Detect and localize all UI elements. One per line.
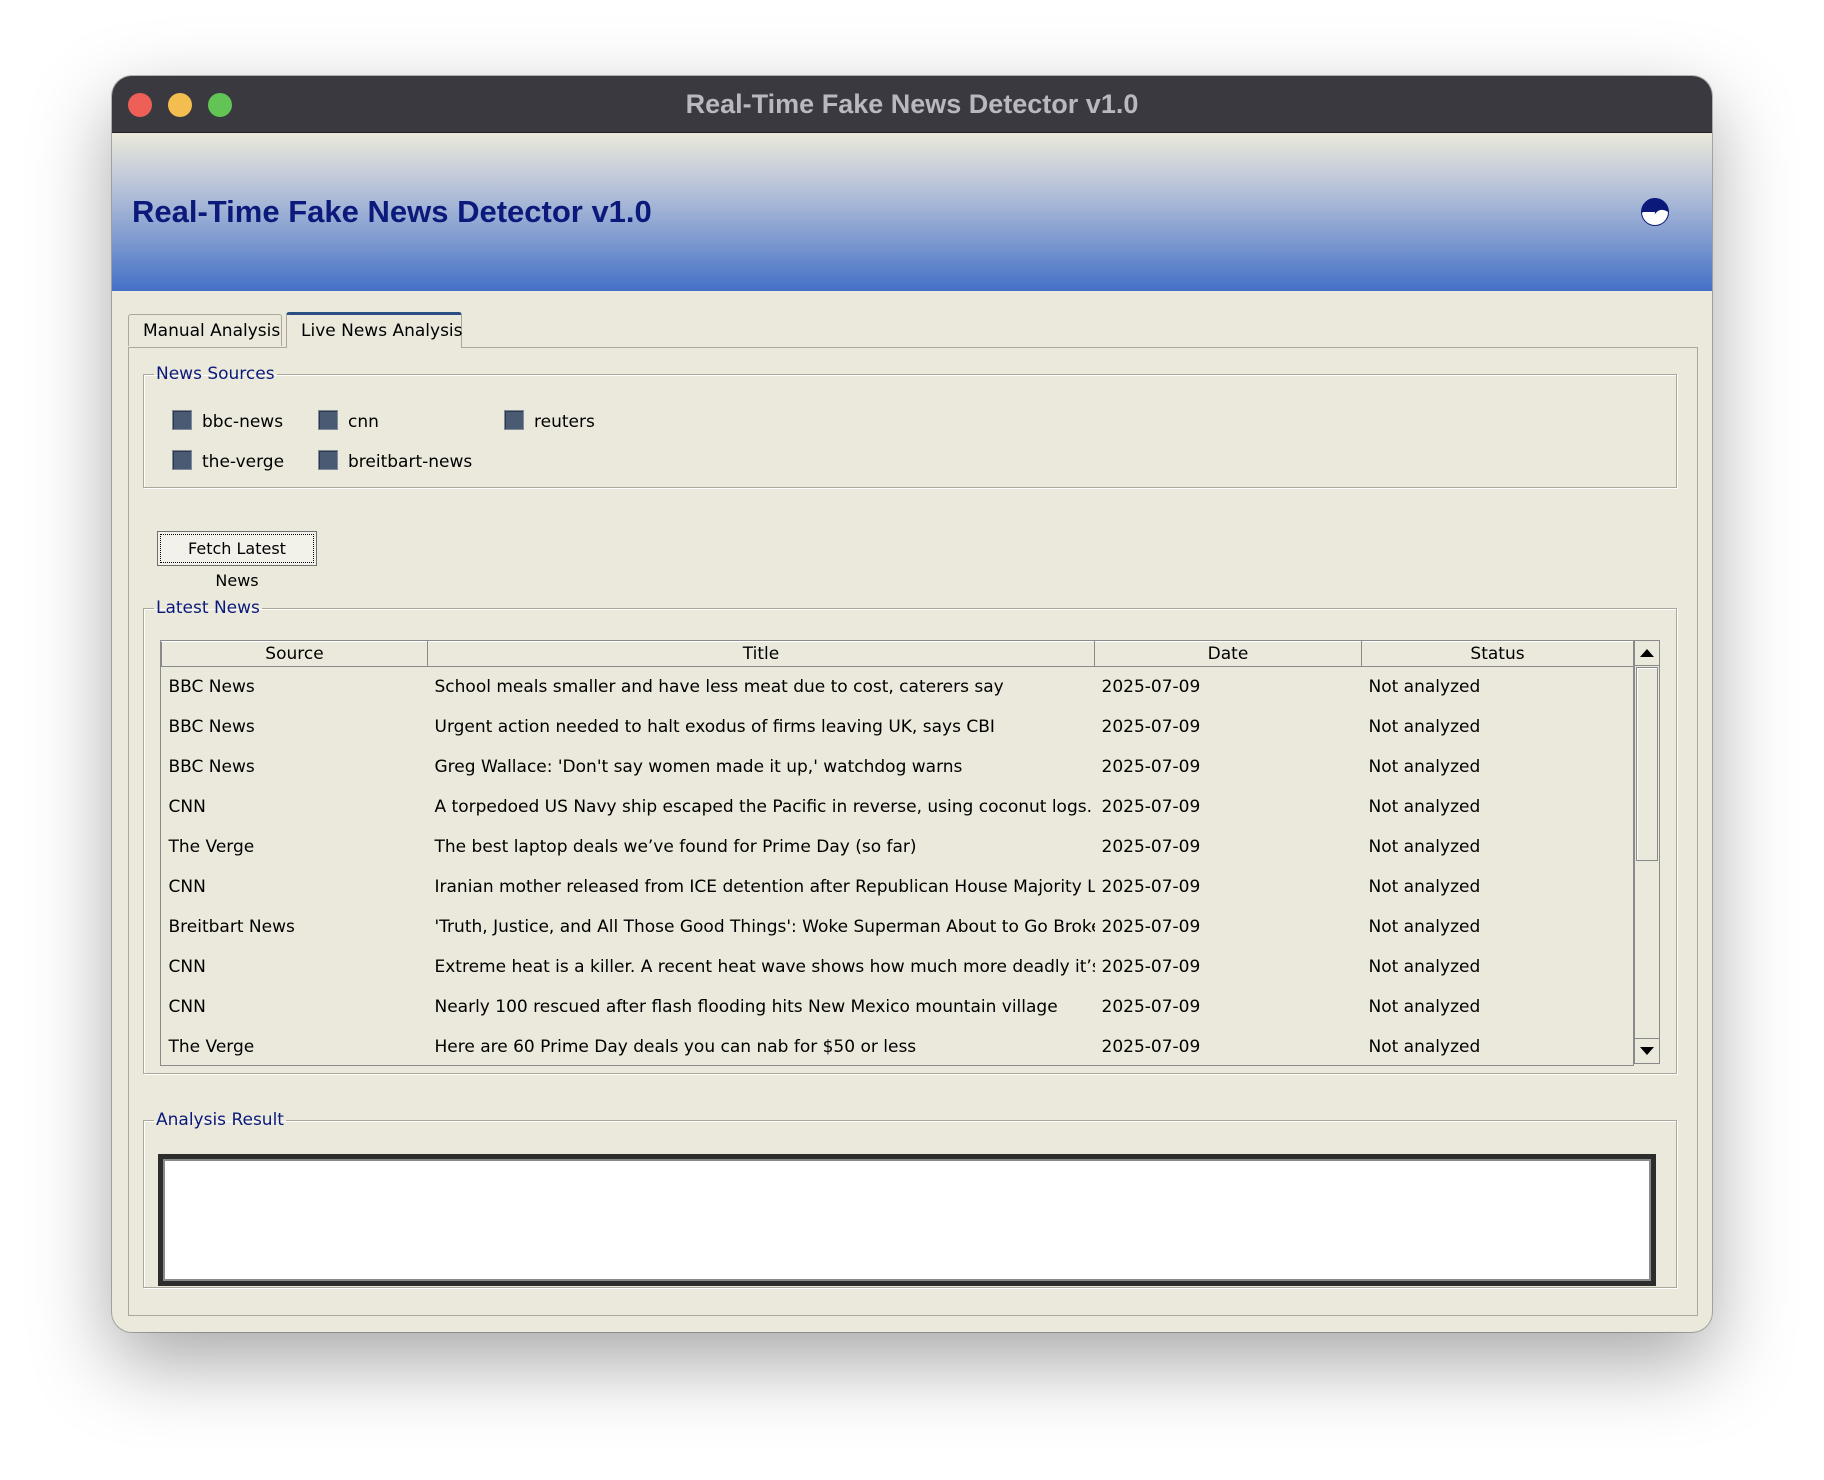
live-news-analysis-panel: News Sources bbc-news cnn reuters the-ve… bbox=[128, 347, 1698, 1316]
cell-title: Extreme heat is a killer. A recent heat … bbox=[434, 957, 1095, 977]
cell-source: BBC News bbox=[168, 757, 255, 777]
news-table-body: BBC News School meals smaller and have le… bbox=[162, 667, 1634, 1066]
cell-date: 2025-07-09 bbox=[1101, 797, 1201, 817]
news-sources-group: News Sources bbc-news cnn reuters the-ve… bbox=[143, 364, 1677, 488]
cell-title: A torpedoed US Navy ship escaped the Pac… bbox=[434, 797, 1095, 817]
table-row[interactable]: CNN A torpedoed US Navy ship escaped the … bbox=[162, 787, 1634, 827]
column-header-source[interactable]: Source bbox=[161, 641, 428, 667]
arrow-down-icon bbox=[1640, 1047, 1654, 1055]
cell-source: The Verge bbox=[168, 837, 255, 857]
cell-source: CNN bbox=[168, 877, 206, 897]
cell-title: Greg Wallace: 'Don't say women made it u… bbox=[434, 757, 963, 777]
cell-date: 2025-07-09 bbox=[1101, 997, 1201, 1017]
scrollbar-thumb[interactable] bbox=[1636, 667, 1658, 861]
analysis-result-text-area[interactable] bbox=[158, 1154, 1656, 1286]
fetch-latest-news-button[interactable]: Fetch Latest News bbox=[157, 531, 317, 590]
cell-status: Not analyzed bbox=[1368, 1037, 1481, 1057]
table-row[interactable]: CNN Nearly 100 rescued after flash floodi… bbox=[162, 987, 1634, 1027]
window-titlebar[interactable]: Real-Time Fake News Detector v1.0 bbox=[112, 76, 1712, 133]
app-window: Real-Time Fake News Detector v1.0 Real-T… bbox=[112, 76, 1712, 1332]
checkbox-box[interactable] bbox=[504, 410, 524, 430]
cell-source: The Verge bbox=[168, 1037, 255, 1057]
table-header-row: Source Title Date Status bbox=[161, 641, 1633, 667]
cell-title: Urgent action needed to halt exodus of f… bbox=[434, 717, 995, 737]
tab-manual-analysis[interactable]: Manual Analysis bbox=[128, 314, 282, 346]
cell-title: 'Truth, Justice, and All Those Good Thin… bbox=[434, 917, 1095, 937]
scroll-down-button[interactable] bbox=[1635, 1038, 1659, 1063]
table-row[interactable]: BBC News Urgent action needed to halt exo… bbox=[162, 707, 1634, 747]
table-row[interactable]: BBC News School meals smaller and have le… bbox=[162, 667, 1634, 708]
header-banner: Real-Time Fake News Detector v1.0 bbox=[112, 133, 1712, 291]
cell-source: BBC News bbox=[168, 677, 255, 697]
checkbox-box[interactable] bbox=[318, 450, 338, 470]
cell-date: 2025-07-09 bbox=[1101, 717, 1201, 737]
cell-title: School meals smaller and have less meat … bbox=[434, 677, 1004, 697]
analysis-result-group: Analysis Result bbox=[143, 1110, 1677, 1288]
column-header-title[interactable]: Title bbox=[427, 641, 1095, 667]
checkbox-box[interactable] bbox=[318, 410, 338, 430]
window-title: Real-Time Fake News Detector v1.0 bbox=[685, 89, 1139, 119]
cell-title: The best laptop deals we’ve found for Pr… bbox=[434, 837, 917, 857]
analysis-result-legend: Analysis Result bbox=[156, 1110, 284, 1130]
cell-date: 2025-07-09 bbox=[1101, 917, 1201, 937]
news-table-scrollbar[interactable] bbox=[1634, 640, 1660, 1064]
cell-date: 2025-07-09 bbox=[1101, 837, 1201, 857]
column-header-date[interactable]: Date bbox=[1094, 641, 1362, 667]
cell-status: Not analyzed bbox=[1368, 677, 1481, 697]
news-table: Source Title Date Status BBC News School … bbox=[161, 641, 1634, 1066]
cell-status: Not analyzed bbox=[1368, 837, 1481, 857]
column-header-status[interactable]: Status bbox=[1361, 641, 1633, 667]
cell-date: 2025-07-09 bbox=[1101, 677, 1201, 697]
latest-news-legend: Latest News bbox=[156, 598, 260, 618]
source-checkbox-breitbart-news[interactable]: breitbart-news bbox=[318, 450, 472, 474]
table-row[interactable]: CNN Extreme heat is a killer. A recent he… bbox=[162, 947, 1634, 987]
source-label: breitbart-news bbox=[348, 452, 473, 472]
cell-source: BBC News bbox=[168, 717, 255, 737]
checkbox-box[interactable] bbox=[172, 410, 192, 430]
app-heading: Real-Time Fake News Detector v1.0 bbox=[132, 194, 652, 229]
cell-status: Not analyzed bbox=[1368, 997, 1481, 1017]
cell-date: 2025-07-09 bbox=[1101, 877, 1201, 897]
cell-title: Here are 60 Prime Day deals you can nab … bbox=[434, 1037, 917, 1057]
cell-date: 2025-07-09 bbox=[1101, 1037, 1201, 1057]
table-row[interactable]: BBC News Greg Wallace: 'Don't say women m… bbox=[162, 747, 1634, 787]
news-sources-legend: News Sources bbox=[156, 364, 275, 384]
cell-source: CNN bbox=[168, 997, 206, 1017]
cell-status: Not analyzed bbox=[1368, 797, 1481, 817]
arrow-up-icon bbox=[1640, 649, 1654, 657]
cell-status: Not analyzed bbox=[1368, 877, 1481, 897]
table-row[interactable]: Breitbart News 'Truth, Justice, and All T… bbox=[162, 907, 1634, 947]
cell-status: Not analyzed bbox=[1368, 757, 1481, 777]
source-label: the-verge bbox=[202, 452, 285, 472]
cell-status: Not analyzed bbox=[1368, 717, 1481, 737]
cell-source: Breitbart News bbox=[168, 917, 295, 937]
cell-source: CNN bbox=[168, 957, 206, 977]
cell-date: 2025-07-09 bbox=[1101, 757, 1201, 777]
source-checkbox-the-verge[interactable]: the-verge bbox=[172, 450, 284, 474]
cell-title: Nearly 100 rescued after flash flooding … bbox=[434, 997, 1058, 1017]
tab-live-news-analysis[interactable]: Live News Analysis bbox=[286, 312, 463, 348]
source-checkbox-reuters[interactable]: reuters bbox=[504, 410, 595, 434]
table-row[interactable]: The Verge The best laptop deals we’ve fou… bbox=[162, 827, 1634, 867]
latest-news-group: Latest News Source Title Date Status BBC… bbox=[143, 598, 1677, 1074]
cell-status: Not analyzed bbox=[1368, 917, 1481, 937]
source-label: cnn bbox=[348, 412, 379, 432]
source-checkbox-cnn[interactable]: cnn bbox=[318, 410, 379, 434]
news-table-viewport: Source Title Date Status BBC News School … bbox=[160, 640, 1634, 1066]
table-row[interactable]: CNN Iranian mother released from ICE dete… bbox=[162, 867, 1634, 907]
source-label: bbc-news bbox=[202, 412, 284, 432]
cell-date: 2025-07-09 bbox=[1101, 957, 1201, 977]
cell-status: Not analyzed bbox=[1368, 957, 1481, 977]
scroll-up-button[interactable] bbox=[1635, 641, 1659, 666]
cell-title: Iranian mother released from ICE detenti… bbox=[434, 877, 1095, 897]
source-label: reuters bbox=[534, 412, 595, 432]
source-checkbox-bbc-news[interactable]: bbc-news bbox=[172, 410, 283, 434]
cell-source: CNN bbox=[168, 797, 206, 817]
yin-yang-icon bbox=[1641, 198, 1669, 226]
checkbox-box[interactable] bbox=[172, 450, 192, 470]
table-row[interactable]: The Verge Here are 60 Prime Day deals you… bbox=[162, 1027, 1634, 1065]
